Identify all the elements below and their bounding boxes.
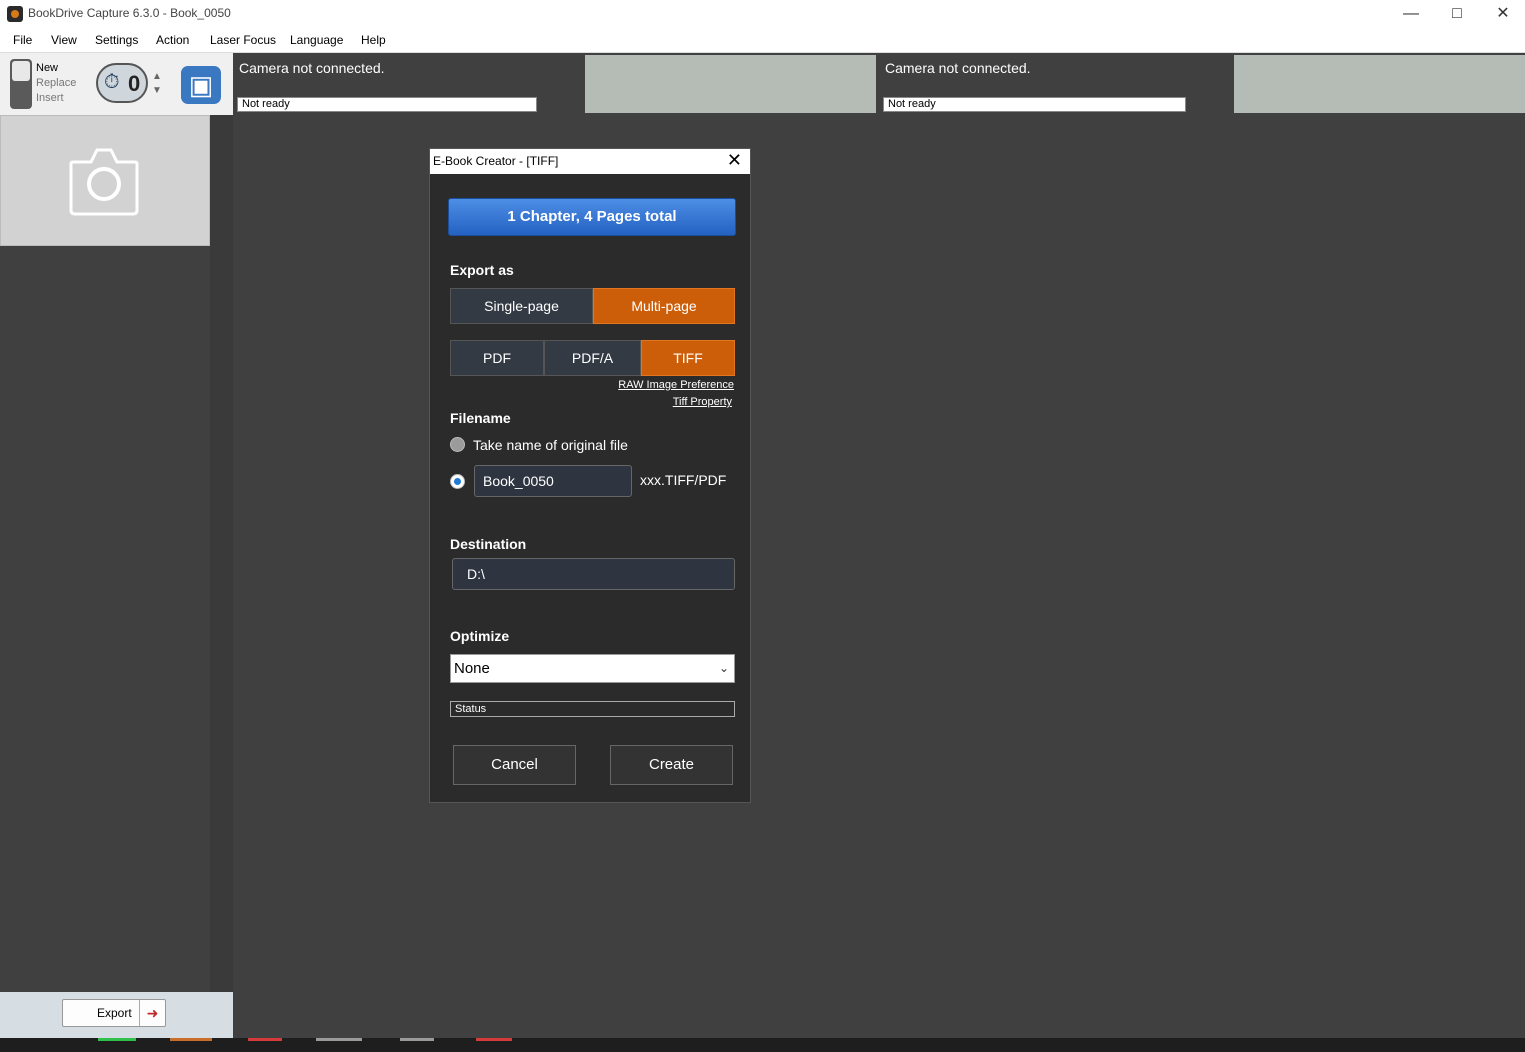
format-pdfa-option[interactable]: PDF/A	[544, 340, 641, 376]
optimize-label: Optimize	[450, 628, 510, 644]
camera-left-message: Camera not connected.	[239, 60, 385, 76]
mode-insert-label: Insert	[36, 92, 64, 104]
take-original-name-radio[interactable]	[450, 437, 465, 452]
camera-right-preview	[1234, 55, 1525, 113]
title-bar: BookDrive Capture 6.3.0 - Book_0050 — □ …	[0, 0, 1525, 29]
timer-down-icon[interactable]: ▼	[152, 85, 162, 96]
multi-page-option[interactable]: Multi-page	[593, 288, 735, 324]
mode-switch-knob[interactable]	[12, 61, 30, 81]
camera-left-preview	[585, 55, 876, 113]
optimize-select[interactable]: None ⌄	[450, 654, 735, 683]
left-panel-scroll-area	[210, 115, 233, 992]
tiff-property-link[interactable]: Tiff Property	[673, 396, 732, 408]
single-page-option[interactable]: Single-page	[450, 288, 593, 324]
camera-right-message: Camera not connected.	[885, 60, 1031, 76]
cancel-button[interactable]: Cancel	[453, 745, 576, 785]
taskbar-app-marker[interactable]	[476, 1038, 512, 1041]
taskbar-app-marker[interactable]	[248, 1038, 282, 1041]
destination-label: Destination	[450, 536, 527, 552]
crop-icon: ▣	[188, 70, 214, 100]
export-button[interactable]: Export ➜	[62, 999, 166, 1027]
menu-settings[interactable]: Settings	[95, 33, 138, 47]
taskbar-app-marker[interactable]	[400, 1038, 434, 1041]
mode-switch[interactable]	[10, 59, 32, 109]
raw-image-preference-link[interactable]: RAW Image Preference	[618, 379, 734, 391]
taskbar-app-marker[interactable]	[98, 1038, 136, 1041]
self-timer-control[interactable]: ⏱ 0	[96, 63, 148, 103]
chevron-down-icon: ⌄	[718, 661, 729, 675]
toolbar: New Replace Insert ⏱ 0 ▲ ▼ ▣	[0, 53, 233, 115]
camera-right-panel: Camera not connected. Not ready	[879, 53, 1234, 115]
timer-value: 0	[128, 71, 141, 96]
optimize-selected-value: None	[454, 660, 490, 677]
camera-icon	[69, 148, 139, 216]
arrow-right-icon: ➜	[139, 1000, 165, 1026]
taskbar	[0, 1038, 1525, 1052]
custom-name-radio[interactable]	[450, 474, 465, 489]
ebook-creator-dialog: E-Book Creator - [TIFF] ✕ 1 Chapter, 4 P…	[430, 149, 750, 802]
menu-file[interactable]: File	[13, 33, 32, 47]
dialog-title: E-Book Creator - [TIFF]	[433, 154, 559, 168]
taskbar-app-marker[interactable]	[316, 1038, 362, 1041]
capture-thumbnail[interactable]	[0, 115, 210, 246]
camera-left-panel: Camera not connected. Not ready	[233, 53, 585, 115]
menu-bar: File View Settings Action Laser Focus La…	[0, 29, 1525, 53]
timer-up-icon[interactable]: ▲	[152, 71, 162, 82]
mode-replace-label: Replace	[36, 77, 77, 89]
close-window-icon[interactable]: ✕	[1480, 2, 1525, 26]
menu-action[interactable]: Action	[156, 33, 189, 47]
camera-left-status: Not ready	[237, 97, 537, 112]
mode-new-label: New	[36, 62, 59, 74]
crop-button[interactable]: ▣	[181, 66, 221, 104]
maximize-icon[interactable]: □	[1434, 2, 1480, 26]
app-icon	[7, 6, 23, 22]
close-icon[interactable]: ✕	[727, 150, 742, 171]
minimize-icon[interactable]: —	[1388, 2, 1434, 26]
export-as-label: Export as	[450, 262, 514, 278]
destination-input[interactable]: D:\	[452, 558, 735, 590]
taskbar-app-marker[interactable]	[170, 1038, 212, 1041]
export-button-label: Export	[97, 1006, 132, 1020]
left-panel-footer: Export ➜	[0, 992, 233, 1038]
filename-suffix: xxx.TIFF/PDF	[640, 472, 727, 488]
status-bar: Status	[450, 701, 735, 717]
camera-right-status: Not ready	[883, 97, 1186, 112]
menu-laser-focus[interactable]: Laser Focus	[210, 33, 276, 47]
window-title: BookDrive Capture 6.3.0 - Book_0050	[28, 6, 231, 20]
create-button[interactable]: Create	[610, 745, 733, 785]
format-pdf-option[interactable]: PDF	[450, 340, 544, 376]
menu-help[interactable]: Help	[361, 33, 386, 47]
take-original-name-label: Take name of original file	[473, 437, 628, 453]
menu-language[interactable]: Language	[290, 33, 343, 47]
dialog-title-bar: E-Book Creator - [TIFF] ✕	[430, 149, 750, 174]
format-tiff-option[interactable]: TIFF	[641, 340, 735, 376]
filename-label: Filename	[450, 410, 511, 426]
filename-input[interactable]: Book_0050	[474, 465, 632, 497]
timer-icon: ⏱	[104, 71, 120, 93]
menu-view[interactable]: View	[51, 33, 77, 47]
summary-banner: 1 Chapter, 4 Pages total	[448, 198, 736, 236]
